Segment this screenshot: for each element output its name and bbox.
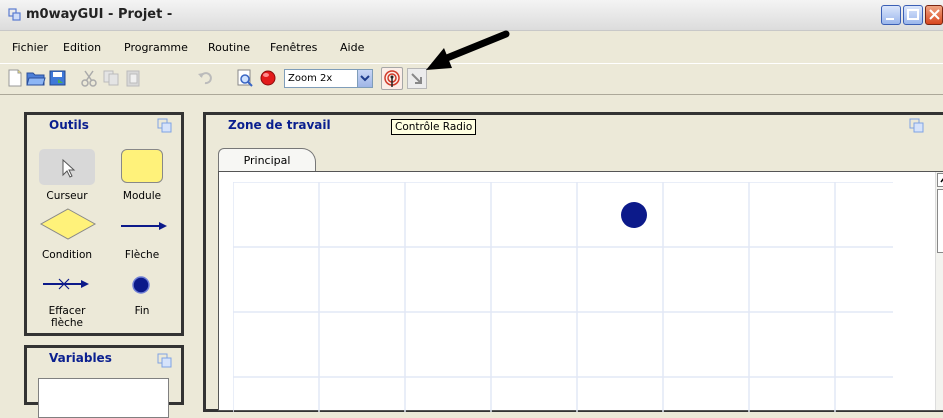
- window-title: m0wayGUI - Projet -: [26, 7, 173, 22]
- variables-list[interactable]: [38, 378, 169, 418]
- radio-control-button[interactable]: [381, 67, 403, 90]
- scroll-thumb[interactable]: [937, 189, 943, 253]
- close-icon: [929, 9, 940, 20]
- menu-routine[interactable]: Routine: [208, 41, 250, 54]
- tab-principal[interactable]: Principal: [218, 148, 316, 172]
- minimize-icon: [886, 18, 894, 20]
- arrow-icon[interactable]: [119, 219, 169, 233]
- erase-arrow-icon[interactable]: [41, 277, 91, 291]
- tools-panel: Outils Curseur Module Condition Flèche E…: [24, 112, 184, 336]
- save-icon[interactable]: [48, 69, 68, 87]
- tooltip: Contrôle Radio: [391, 119, 477, 135]
- work-canvas[interactable]: [218, 171, 943, 412]
- work-zone-title: Zone de travail: [228, 118, 331, 132]
- menu-edition[interactable]: Edition: [63, 41, 101, 54]
- cursor-icon: [62, 158, 76, 178]
- module-icon[interactable]: [121, 149, 163, 183]
- chevron-down-icon: [360, 75, 370, 82]
- tool-label-condition: Condition: [41, 249, 93, 261]
- maximize-icon: [907, 9, 919, 20]
- open-folder-icon[interactable]: [26, 69, 46, 87]
- undo-icon[interactable]: [196, 69, 214, 87]
- tool-label-effacer-fleche: Effacer flèche: [48, 305, 86, 329]
- tool-label-fin: Fin: [134, 305, 150, 317]
- vertical-scrollbar[interactable]: [935, 172, 943, 410]
- variables-panel-title: Variables: [49, 351, 112, 365]
- zoom-value: Zoom 2x: [288, 73, 333, 84]
- paste-icon[interactable]: [124, 69, 142, 87]
- record-icon[interactable]: [259, 69, 277, 87]
- end-icon[interactable]: [131, 275, 151, 295]
- work-zone-panel: Zone de travail Contrôle Radio Principal: [203, 112, 943, 412]
- canvas-grid: [233, 182, 893, 412]
- dock-icon[interactable]: [909, 118, 925, 134]
- preview-icon[interactable]: [236, 69, 254, 87]
- zoom-dropdown-button[interactable]: [357, 70, 372, 87]
- menu-programme[interactable]: Programme: [124, 41, 188, 54]
- tool-label-module: Module: [122, 190, 162, 202]
- minimize-button[interactable]: [881, 5, 901, 25]
- annotation-arrow-icon: [426, 30, 510, 70]
- end-node[interactable]: [619, 200, 649, 230]
- condition-icon[interactable]: [39, 207, 97, 241]
- tool-cursor[interactable]: [39, 149, 95, 185]
- menu-aide[interactable]: Aide: [340, 41, 364, 54]
- dock-icon[interactable]: [157, 353, 173, 369]
- cut-icon[interactable]: [80, 69, 98, 87]
- title-bar: m0wayGUI - Projet -: [0, 0, 943, 31]
- maximize-button[interactable]: [903, 5, 923, 25]
- menu-fenetres[interactable]: Fenêtres: [270, 41, 317, 54]
- tool-label-fleche: Flèche: [124, 249, 160, 261]
- variables-panel: Variables: [24, 345, 184, 418]
- scroll-up-button[interactable]: [937, 173, 943, 187]
- chevron-up-icon: [940, 178, 943, 183]
- copy-icon[interactable]: [102, 69, 120, 87]
- radio-antenna-icon: [384, 70, 400, 87]
- tool-label-curseur: Curseur: [46, 190, 88, 202]
- dock-icon[interactable]: [157, 118, 173, 134]
- app-icon: [8, 8, 21, 21]
- tools-panel-title: Outils: [49, 118, 89, 132]
- close-button[interactable]: [925, 5, 943, 25]
- zoom-select[interactable]: Zoom 2x: [284, 69, 373, 88]
- new-file-icon[interactable]: [6, 69, 24, 87]
- menu-fichier[interactable]: Fichier: [12, 41, 48, 54]
